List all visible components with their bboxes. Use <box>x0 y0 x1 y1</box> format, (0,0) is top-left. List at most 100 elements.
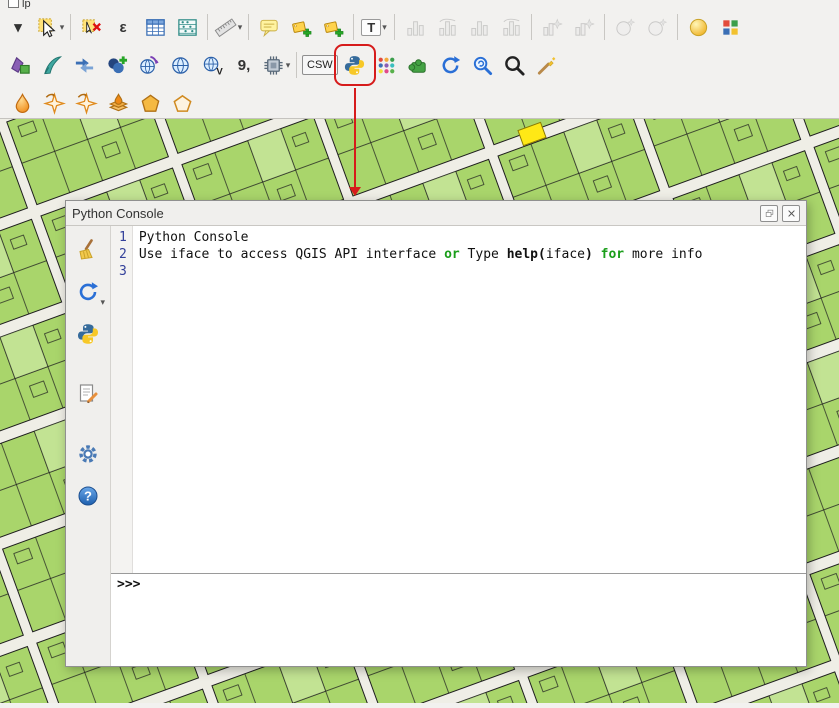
console-main: 123 Python ConsoleUse iface to access QG… <box>111 226 806 666</box>
console-output-text: Python ConsoleUse iface to access QGIS A… <box>133 226 703 573</box>
python-icon <box>76 322 100 346</box>
dem-tool[interactable] <box>135 88 165 118</box>
raster-star-tool-2[interactable] <box>71 88 101 118</box>
reload-plugins[interactable] <box>436 50 466 80</box>
csw-catalog[interactable]: CSW <box>302 50 338 80</box>
local-histogram-stretch <box>400 12 430 42</box>
python-icon <box>343 54 366 77</box>
toolbar-row-1: ▾ ▾ ε ▾ T▾ <box>2 12 746 42</box>
topology-checker[interactable] <box>101 50 131 80</box>
refresh-blue-icon <box>76 280 100 304</box>
show-editor-button[interactable] <box>72 378 104 410</box>
map-tips[interactable] <box>254 12 284 42</box>
toolbar-overflow[interactable]: ▾ <box>3 12 33 42</box>
toolbar-separator <box>531 14 532 40</box>
close-window-button[interactable] <box>782 205 800 222</box>
code-segment: help( <box>507 247 546 262</box>
menu-fragment[interactable]: lp <box>8 0 31 9</box>
hist-icon <box>404 16 427 39</box>
toolbar-overflow-glyph: ▾ <box>14 18 22 36</box>
float-window-button[interactable] <box>760 205 778 222</box>
search-tool[interactable] <box>500 50 530 80</box>
chevron-down-icon: ▾ <box>286 61 291 70</box>
refresh-blue-icon <box>439 54 462 77</box>
open-attribute-table[interactable] <box>140 12 170 42</box>
osm-place-search[interactable] <box>69 50 99 80</box>
code-segment: ) <box>585 247 593 262</box>
console-output-area[interactable]: 123 Python ConsoleUse iface to access QG… <box>111 226 806 573</box>
measure[interactable]: ▾ <box>213 12 243 42</box>
hist2-icon <box>500 16 523 39</box>
sun-raster-tool[interactable] <box>683 12 713 42</box>
globe-icon <box>169 54 192 77</box>
gps-tools[interactable]: ▾ <box>261 50 291 80</box>
console-titlebar[interactable]: Python Console <box>66 201 806 226</box>
pentagon-icon <box>171 92 194 115</box>
select-by-expression-glyph: ε <box>119 19 126 36</box>
metasearch-catalog[interactable] <box>133 50 163 80</box>
code-segment: iface <box>546 247 585 262</box>
python-console[interactable] <box>340 50 370 80</box>
footprint-tool[interactable] <box>167 88 197 118</box>
console-input-area[interactable]: >>> <box>111 573 806 666</box>
deselect-features[interactable] <box>76 12 106 42</box>
style-manager[interactable] <box>37 50 67 80</box>
import-class-button[interactable] <box>72 318 104 350</box>
csw-catalog-label: CSW <box>302 55 338 75</box>
toolbar-separator <box>353 14 354 40</box>
tag-plus-icon <box>290 16 313 39</box>
raster-star-tool-1[interactable] <box>39 88 69 118</box>
quill-icon <box>41 54 64 77</box>
terrain-stack-tool[interactable] <box>103 88 133 118</box>
decrease-contrast <box>642 12 672 42</box>
toolbar-separator <box>677 14 678 40</box>
toolbar-separator <box>207 14 208 40</box>
code-segment: for <box>601 247 624 262</box>
chevron-down-icon: ▾ <box>100 298 105 307</box>
line-number-gutter: 123 <box>111 226 133 573</box>
run-command-button[interactable]: ▾ <box>72 276 104 308</box>
text-annotation-glyph: T <box>361 19 381 36</box>
house-icon <box>139 92 162 115</box>
bubble-icon <box>258 16 281 39</box>
broom-icon <box>76 238 100 262</box>
options-button[interactable] <box>72 438 104 470</box>
toolbar-row-3 <box>6 88 198 118</box>
toolbar-separator <box>70 14 71 40</box>
text-annotation[interactable]: T▾ <box>359 12 389 42</box>
interpolation-tool[interactable] <box>7 88 37 118</box>
deselect-icon <box>80 16 103 39</box>
toolbar-row-2: 9, ▾ CSW <box>4 50 563 80</box>
python-console-window: Python Console ▾ 123 Python ConsoleUse i… <box>65 200 807 667</box>
help-button[interactable] <box>72 480 104 512</box>
toolbar-separator <box>248 14 249 40</box>
line-number: 3 <box>119 263 127 280</box>
map-swipe-tool[interactable] <box>715 12 745 42</box>
circle-star-icon <box>646 16 669 39</box>
arrows-blue-icon <box>73 54 96 77</box>
plugin-builder[interactable] <box>372 50 402 80</box>
coordinate-capture[interactable]: 9, <box>229 50 259 80</box>
cursor-icon <box>36 16 59 39</box>
local-cumulative-stretch <box>464 12 494 42</box>
toolbar-separator <box>394 14 395 40</box>
new-virtual-layer[interactable] <box>5 50 35 80</box>
show-spatial-bookmarks[interactable] <box>318 12 348 42</box>
console-sidebar: ▾ <box>66 226 111 666</box>
statistical-summary[interactable] <box>172 12 202 42</box>
globe-arrows-icon <box>137 54 160 77</box>
web-map-services[interactable] <box>165 50 195 80</box>
code-segment <box>593 247 601 262</box>
circle-star-icon <box>614 16 637 39</box>
zoom-refresh-tool[interactable] <box>468 50 498 80</box>
clear-console-button[interactable] <box>72 234 104 266</box>
processing-wand[interactable] <box>532 50 562 80</box>
full-histogram-stretch <box>432 12 462 42</box>
coordinate-capture-glyph: 9, <box>238 57 251 74</box>
select-features[interactable]: ▾ <box>35 12 65 42</box>
qgis2web-export[interactable] <box>197 50 227 80</box>
select-by-expression[interactable]: ε <box>108 12 138 42</box>
plugin-manager[interactable] <box>404 50 434 80</box>
new-spatial-bookmark[interactable] <box>286 12 316 42</box>
stack-icon <box>107 92 130 115</box>
